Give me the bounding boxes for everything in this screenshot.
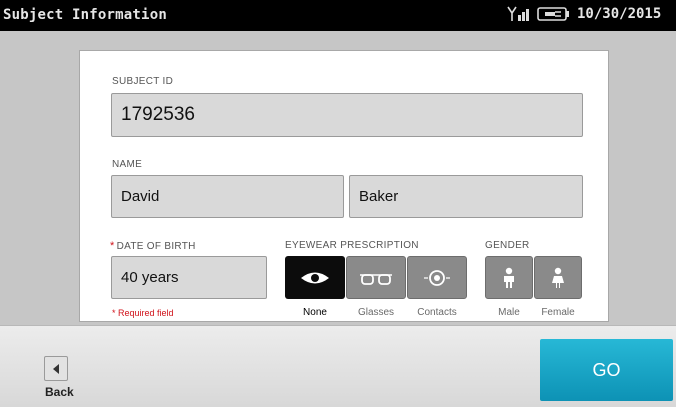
first-name-value: David bbox=[121, 188, 160, 205]
page-title: Subject Information bbox=[3, 7, 167, 23]
gender-female-caption: Female bbox=[541, 307, 575, 318]
eyewear-none-button[interactable] bbox=[285, 256, 345, 299]
required-marker: * bbox=[110, 240, 115, 252]
status-area: 10/30/2015 bbox=[507, 6, 661, 22]
eyewear-glasses-button[interactable] bbox=[346, 256, 406, 299]
status-date: 10/30/2015 bbox=[577, 6, 662, 22]
subject-id-label: SUBJECT ID bbox=[112, 76, 174, 87]
eyewear-glasses-caption: Glasses bbox=[357, 307, 395, 318]
glasses-icon bbox=[360, 273, 392, 285]
back-button[interactable] bbox=[44, 356, 68, 381]
battery-plug-icon bbox=[537, 7, 569, 21]
female-person-icon bbox=[552, 267, 564, 288]
footer-bar: Back GO bbox=[0, 325, 676, 407]
subject-id-value: 1792536 bbox=[121, 104, 195, 125]
last-name-field[interactable]: Baker bbox=[349, 175, 583, 218]
gender-female-button[interactable] bbox=[534, 256, 582, 299]
dob-value: 40 years bbox=[121, 269, 179, 286]
eye-icon bbox=[301, 272, 329, 283]
dob-label: * DATE OF BIRTH bbox=[110, 240, 196, 252]
dob-field[interactable]: 40 years bbox=[111, 256, 267, 299]
gender-male-button[interactable] bbox=[485, 256, 533, 299]
subject-form-card: SUBJECT ID 1792536 NAME David Baker * DAT… bbox=[79, 50, 609, 322]
required-field-note: * Required field bbox=[112, 308, 174, 318]
contact-lens-icon bbox=[424, 269, 450, 286]
title-bar: Subject Information 10/30/2015 bbox=[0, 0, 676, 31]
male-person-icon bbox=[504, 267, 514, 288]
antenna-signal-icon bbox=[507, 6, 529, 21]
last-name-value: Baker bbox=[359, 188, 399, 205]
eyewear-none-caption: None bbox=[303, 307, 327, 318]
name-label: NAME bbox=[112, 159, 143, 170]
main-area: SUBJECT ID 1792536 NAME David Baker * DAT… bbox=[0, 31, 676, 325]
dob-label-text: DATE OF BIRTH bbox=[116, 241, 196, 252]
back-arrow-icon bbox=[53, 363, 59, 374]
eyewear-contacts-caption: Contacts bbox=[417, 307, 457, 318]
eyewear-contacts-button[interactable] bbox=[407, 256, 467, 299]
subject-id-field[interactable]: 1792536 bbox=[111, 93, 583, 137]
eyewear-label: EYEWEAR PRESCRIPTION bbox=[285, 240, 419, 251]
go-label: GO bbox=[592, 359, 621, 380]
back-label[interactable]: Back bbox=[45, 385, 74, 399]
first-name-field[interactable]: David bbox=[111, 175, 344, 218]
go-button[interactable]: GO bbox=[540, 339, 673, 401]
gender-label: GENDER bbox=[485, 240, 530, 251]
